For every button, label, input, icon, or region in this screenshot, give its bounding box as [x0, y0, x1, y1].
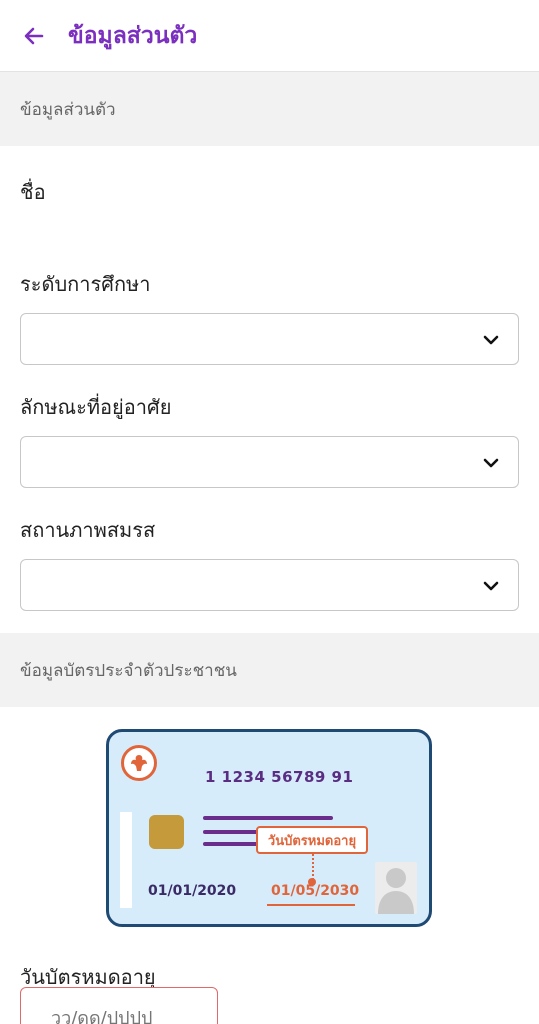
chevron-down-icon	[483, 335, 499, 345]
name-label: ชื่อ	[20, 180, 46, 204]
card-number: 1 1234 56789 91	[205, 768, 354, 786]
residence-select[interactable]	[20, 436, 519, 488]
id-card-illustration-area: 1 1234 56789 91 วันบัตรหมดอายุ 01/01/202…	[0, 707, 539, 947]
back-button[interactable]	[14, 16, 54, 56]
issue-date: 01/01/2020	[148, 883, 237, 899]
education-select[interactable]	[20, 313, 519, 365]
section-header-id-card: ข้อมูลบัตรประจำตัวประชาชน	[0, 633, 539, 707]
expiry-date: 01/05/2030	[271, 883, 360, 899]
card-text-line	[203, 816, 333, 820]
expiry-date-input[interactable]	[20, 987, 218, 1024]
card-chip	[149, 815, 184, 849]
chevron-down-icon	[483, 581, 499, 591]
residence-label: ลักษณะที่อยู่อาศัย	[20, 395, 172, 419]
chevron-down-icon	[483, 458, 499, 468]
app-header: ข้อมูลส่วนตัว	[0, 0, 539, 72]
app-screen: ข้อมูลส่วนตัว ข้อมูลส่วนตัว ชื่อ ระดับกา…	[0, 0, 539, 1024]
garuda-emblem-icon	[121, 745, 157, 781]
card-text-line	[203, 842, 261, 846]
section-header-personal: ข้อมูลส่วนตัว	[0, 72, 539, 146]
page-title: ข้อมูลส่วนตัว	[68, 22, 198, 49]
expiry-underline	[267, 904, 355, 906]
education-label: ระดับการศึกษา	[20, 272, 151, 296]
expiry-callout: วันบัตรหมดอายุ	[256, 826, 368, 854]
marital-label: สถานภาพสมรส	[20, 518, 156, 542]
id-card-illustration: 1 1234 56789 91 วันบัตรหมดอายุ 01/01/202…	[106, 729, 432, 927]
card-stripe	[120, 812, 132, 908]
marital-select[interactable]	[20, 559, 519, 611]
arrow-left-icon	[24, 27, 44, 44]
person-silhouette-icon	[375, 862, 417, 914]
